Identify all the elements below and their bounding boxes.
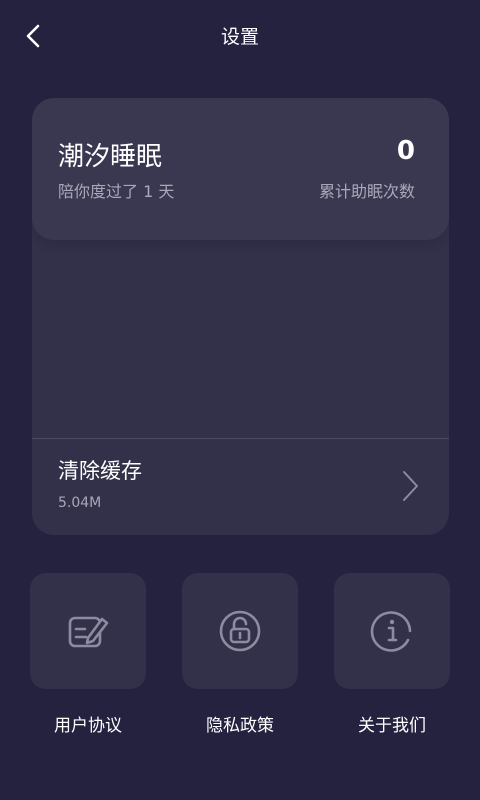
user-agreement-button[interactable]	[30, 573, 146, 689]
app-name: 潮汐睡眠	[58, 142, 163, 172]
info-icon	[370, 611, 412, 652]
clear-cache-row[interactable]: 清除缓存 5.04M	[32, 439, 449, 535]
lock-icon	[219, 610, 261, 652]
page-title: 设置	[220, 26, 259, 48]
settings-screen: 设置 潮汐睡眠 陪你度过了 1 天 0 累计助眠次数 清除缓存 5.04M 用户…	[0, 0, 480, 800]
sleep-aid-count: 0	[396, 136, 415, 166]
header: 设置	[0, 0, 480, 72]
privacy-policy-label: 隐私政策	[206, 716, 274, 736]
privacy-policy-item: 隐私政策	[182, 573, 298, 736]
edit-document-icon	[68, 616, 109, 648]
chevron-right-icon	[403, 471, 418, 501]
about-us-item: 关于我们	[334, 573, 450, 736]
clear-cache-label: 清除缓存	[58, 459, 142, 483]
about-us-label: 关于我们	[358, 716, 426, 736]
sleep-aid-count-label: 累计助眠次数	[318, 182, 415, 201]
cache-size: 5.04M	[58, 495, 102, 511]
privacy-policy-button[interactable]	[182, 573, 298, 689]
user-agreement-item: 用户协议	[30, 573, 146, 736]
companion-days-text: 陪你度过了 1 天	[58, 182, 175, 201]
summary-panel: 潮汐睡眠 陪你度过了 1 天 0 累计助眠次数	[32, 98, 449, 240]
about-us-button[interactable]	[334, 573, 450, 689]
settings-card: 潮汐睡眠 陪你度过了 1 天 0 累计助眠次数 清除缓存 5.04M	[32, 98, 449, 535]
user-agreement-label: 用户协议	[54, 716, 122, 736]
